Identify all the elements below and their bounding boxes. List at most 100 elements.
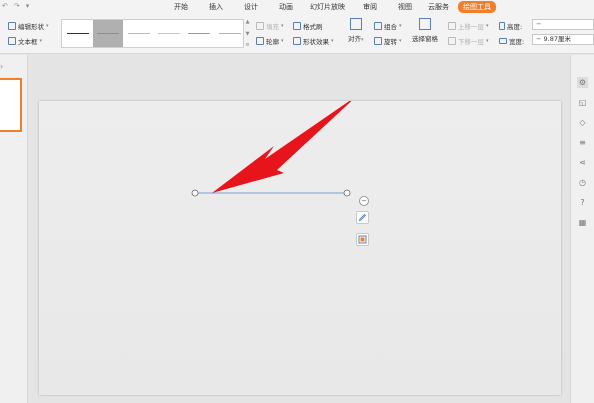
edit-shape-label: 编辑形状 bbox=[18, 23, 44, 31]
line-style-preview bbox=[67, 33, 89, 34]
bring-forward-button[interactable]: 上移一层 ▾ bbox=[448, 21, 489, 31]
height-input[interactable]: − bbox=[532, 19, 594, 30]
line-start-handle[interactable] bbox=[191, 189, 199, 197]
quick-access-toolbar: ↶ ↷ ▾ bbox=[2, 2, 29, 10]
customize-qat-icon[interactable]: ▾ bbox=[26, 2, 30, 10]
collapse-float-button[interactable]: − bbox=[359, 196, 369, 206]
format-painter-button[interactable]: 格式刷 bbox=[293, 21, 323, 31]
align-label: 对齐 bbox=[348, 35, 361, 43]
chevron-down-icon: ▾ bbox=[486, 38, 489, 44]
height-label: 高度: bbox=[499, 21, 522, 31]
line-style-preview bbox=[127, 33, 150, 34]
group-button[interactable]: 组合 ▾ bbox=[374, 21, 402, 31]
format-painter-icon bbox=[293, 22, 301, 30]
rotate-icon bbox=[374, 37, 382, 45]
text-box-button[interactable]: 文本框 ▾ bbox=[8, 36, 42, 46]
tab-start[interactable]: 开始 bbox=[174, 2, 188, 12]
line-style-swatch[interactable] bbox=[63, 20, 93, 47]
chevron-down-icon: ▾ bbox=[331, 38, 334, 44]
shape-outline-float-button[interactable] bbox=[356, 233, 369, 246]
line-style-swatch[interactable] bbox=[93, 20, 124, 47]
properties-icon[interactable]: ≡ bbox=[577, 137, 588, 148]
help-icon[interactable]: ? bbox=[577, 197, 588, 208]
history-icon[interactable]: ◷ bbox=[577, 177, 588, 188]
fill-button[interactable]: 填充 ▾ bbox=[256, 21, 284, 31]
tab-cloud-service[interactable]: 云服务 bbox=[428, 2, 449, 12]
outline-icon bbox=[256, 37, 264, 45]
gallery-more-icon[interactable]: ≡ bbox=[245, 42, 249, 48]
outline-button[interactable]: 轮廓 ▾ bbox=[256, 36, 284, 46]
send-backward-button[interactable]: 下移一层 ▾ bbox=[448, 36, 489, 46]
fill-label: 填充 bbox=[266, 23, 279, 31]
slide-thumbnail[interactable] bbox=[0, 78, 22, 132]
redo-icon[interactable]: ↷ bbox=[14, 2, 20, 10]
tab-animation[interactable]: 动画 bbox=[279, 2, 293, 12]
shape-effects-label: 形状效果 bbox=[303, 38, 329, 46]
width-stepper-minus-icon[interactable]: − bbox=[536, 35, 541, 43]
apps-grid-icon[interactable]: ▦ bbox=[577, 217, 588, 228]
group-label: 组合 bbox=[384, 23, 397, 31]
selection-pane-button[interactable]: 选择窗格 bbox=[412, 18, 438, 43]
width-input[interactable]: − 9.87厘米 bbox=[532, 34, 594, 45]
chevron-down-icon: ▾ bbox=[39, 38, 43, 44]
tab-insert[interactable]: 插入 bbox=[209, 2, 223, 12]
tab-slideshow[interactable]: 幻灯片放映 bbox=[310, 2, 345, 12]
line-style-swatch[interactable] bbox=[124, 20, 154, 47]
width-label: 宽度: bbox=[499, 36, 524, 46]
undo-icon[interactable]: ↶ bbox=[2, 2, 8, 10]
chevron-down-icon: ▾ bbox=[399, 38, 402, 44]
gallery-down-icon[interactable]: ▼ bbox=[246, 31, 250, 37]
tab-review[interactable]: 审阅 bbox=[363, 2, 377, 12]
group-icon bbox=[374, 22, 382, 30]
chevron-down-icon: ▾ bbox=[281, 38, 284, 44]
format-painter-label: 格式刷 bbox=[303, 23, 323, 31]
right-task-bar: ⚙ ◱ ◇ ≡ ⋖ ◷ ? ▦ bbox=[570, 55, 594, 403]
outline-square-icon bbox=[358, 235, 367, 244]
line-style-swatch[interactable] bbox=[154, 20, 184, 47]
bring-forward-icon bbox=[448, 22, 456, 30]
line-style-preview bbox=[157, 33, 180, 34]
line-style-gallery bbox=[61, 19, 244, 48]
line-style-swatch[interactable] bbox=[184, 20, 214, 47]
gallery-scroll: ▲ ▼ ≡ bbox=[244, 19, 251, 48]
width-icon bbox=[499, 38, 507, 44]
line-end-handle[interactable] bbox=[343, 189, 351, 197]
gallery-up-icon[interactable]: ▲ bbox=[246, 19, 250, 25]
height-label-text: 高度: bbox=[507, 23, 523, 31]
rotate-button[interactable]: 旋转 ▾ bbox=[374, 36, 402, 46]
fill-icon bbox=[256, 22, 264, 30]
line-style-preview bbox=[97, 33, 120, 34]
tab-drawing-tools[interactable]: 绘图工具 bbox=[458, 1, 496, 13]
slide[interactable]: − bbox=[39, 101, 561, 395]
width-value: 9.87厘米 bbox=[543, 35, 572, 43]
pen-icon bbox=[358, 213, 367, 222]
gear-icon[interactable]: ⚙ bbox=[577, 77, 588, 88]
line-style-swatch[interactable] bbox=[215, 20, 245, 47]
tab-design[interactable]: 设计 bbox=[244, 2, 258, 12]
align-icon bbox=[349, 18, 362, 30]
share-icon[interactable]: ⋖ bbox=[577, 157, 588, 168]
send-backward-label: 下移一层 bbox=[458, 38, 484, 46]
tab-view[interactable]: 视图 bbox=[398, 2, 412, 12]
slide-drawing bbox=[191, 101, 352, 197]
send-backward-icon bbox=[448, 37, 456, 45]
collapse-pane-icon[interactable]: › bbox=[0, 62, 3, 71]
outline-label: 轮廓 bbox=[266, 38, 279, 46]
line-style-preview bbox=[218, 33, 241, 34]
shape-style-float-button[interactable] bbox=[356, 211, 369, 224]
shapes-icon[interactable]: ◇ bbox=[577, 117, 588, 128]
align-button[interactable]: 对齐▾ bbox=[348, 18, 364, 43]
width-label-text: 宽度: bbox=[509, 38, 525, 46]
shape-panel-icon[interactable]: ◱ bbox=[577, 97, 588, 108]
selection-pane-icon bbox=[419, 18, 431, 30]
ribbon: 编辑形状 ▾ 文本框 ▾ ▲ ▼ ≡ 填充 ▾ 格式刷 轮廓 ▾ 形状效果 ▾ … bbox=[0, 14, 594, 54]
edit-shape-button[interactable]: 编辑形状 ▾ bbox=[8, 21, 49, 31]
shape-effects-button[interactable]: 形状效果 ▾ bbox=[293, 36, 334, 46]
rotate-label: 旋转 bbox=[384, 38, 397, 46]
chevron-down-icon: ▾ bbox=[399, 23, 402, 29]
chevron-down-icon: ▾ bbox=[281, 23, 284, 29]
red-arrow-annotation bbox=[212, 101, 352, 193]
height-stepper-minus-icon[interactable]: − bbox=[536, 20, 541, 28]
chevron-down-icon: ▾ bbox=[46, 23, 49, 29]
slide-thumbnail-pane: › bbox=[0, 55, 28, 403]
